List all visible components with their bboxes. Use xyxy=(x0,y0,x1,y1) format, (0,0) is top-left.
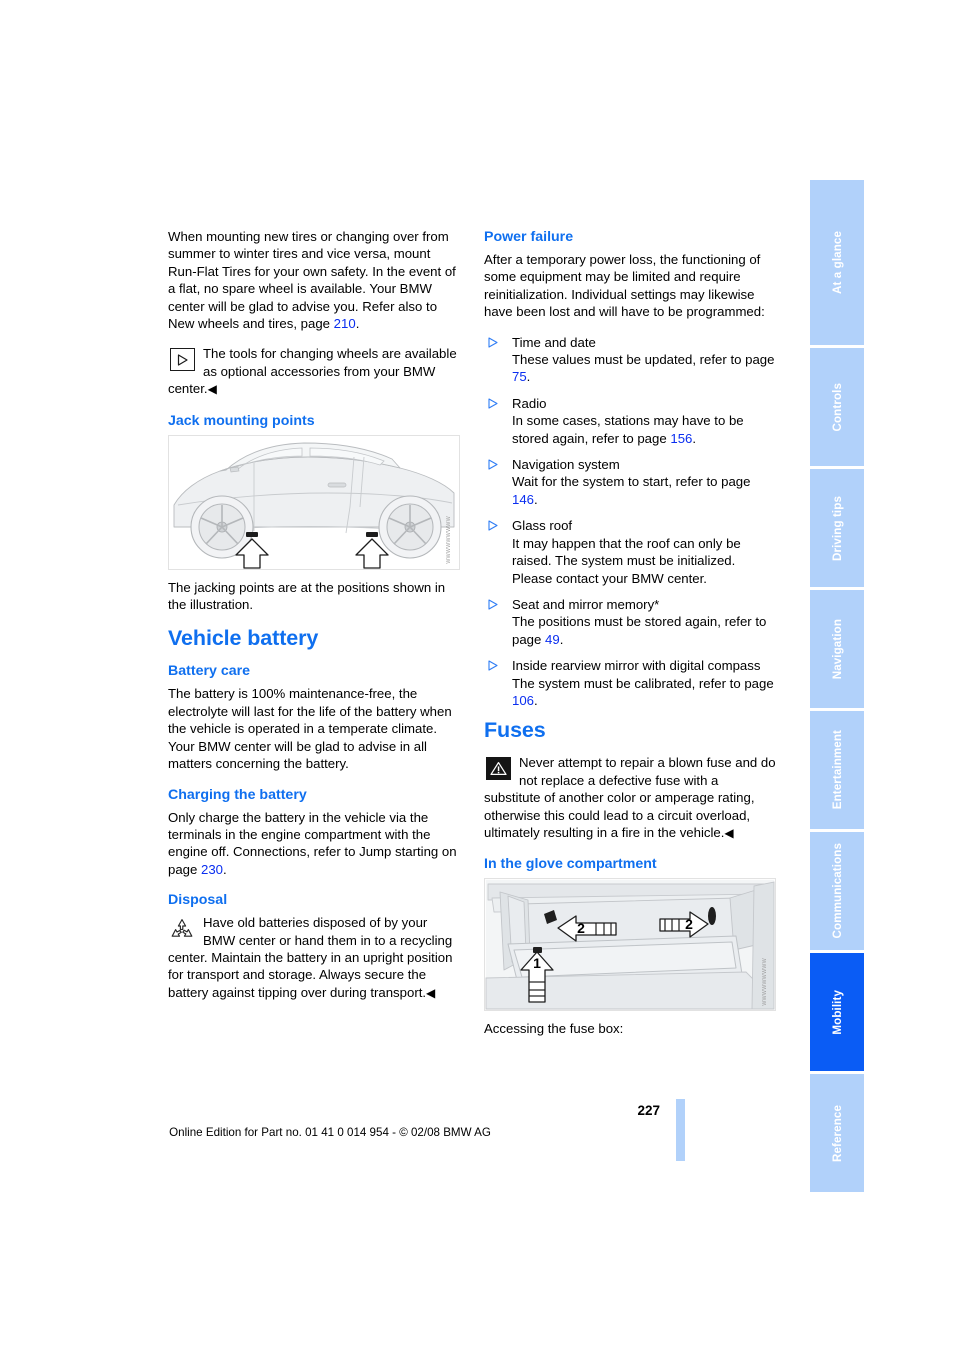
disposal-heading: Disposal xyxy=(168,892,228,909)
tab-label: Navigation xyxy=(830,618,844,680)
callout-2a: 2 xyxy=(577,920,585,936)
list-item-detail-end: . xyxy=(526,369,531,385)
tools-note: The tools for changing wheels are availa… xyxy=(168,345,460,398)
list-item-title: Inside rearview mirror with digital comp… xyxy=(512,658,761,674)
sidebar-item-navigation[interactable]: Navigation xyxy=(810,590,864,708)
left-column: When mounting new tires or changing over… xyxy=(168,228,460,1015)
list-item-detail: Wait for the system to start, refer to p… xyxy=(512,474,751,490)
triangle-bullet-icon xyxy=(488,520,499,532)
sidebar-item-controls[interactable]: Controls xyxy=(810,348,864,466)
callout-1: 1 xyxy=(533,955,541,971)
section-tabs: At a glance Controls Driving tips Naviga… xyxy=(810,180,864,1195)
charging-battery-heading: Charging the battery xyxy=(168,786,307,803)
charging-battery-text: Only charge the battery in the vehicle v… xyxy=(168,809,460,879)
list-item-detail-end: . xyxy=(534,692,538,708)
power-failure-heading: Power failure xyxy=(484,229,574,245)
page-reference[interactable]: 75 xyxy=(512,369,527,384)
list-item: Inside rearview mirror with digital comp… xyxy=(484,657,776,709)
sidebar-item-entertainment[interactable]: Entertainment xyxy=(810,711,864,829)
list-item-title: Seat and mirror memory xyxy=(512,596,655,612)
triangle-bullet-icon xyxy=(488,337,499,349)
manual-page: When mounting new tires or changing over… xyxy=(0,0,954,1350)
battery-care-text: The battery is 100% maintenance-free, th… xyxy=(168,686,452,772)
tab-label: At a glance xyxy=(830,231,844,294)
page-reference-230[interactable]: 230 xyxy=(201,862,223,877)
list-item-title: Radio xyxy=(512,395,547,411)
tab-label: Mobility xyxy=(830,989,844,1035)
fuses-warning-note: Never attempt to repair a blown fuse and… xyxy=(484,754,776,842)
glove-compartment-caption: Accessing the fuse box: xyxy=(484,1021,624,1037)
tab-label: Communications xyxy=(830,843,844,939)
triangle-bullet-icon xyxy=(488,459,499,471)
page-number: 227 xyxy=(637,1103,660,1118)
list-item: Seat and mirror memory* The positions mu… xyxy=(484,596,776,648)
page-edge-bar xyxy=(676,1099,685,1161)
disposal-note-text: Have old batteries disposed of by your B… xyxy=(168,914,460,1002)
list-item: Time and date These values must be updat… xyxy=(484,334,776,386)
tab-label: Driving tips xyxy=(830,495,844,561)
fuses-warning-text: Never attempt to repair a blown fuse and… xyxy=(484,754,776,842)
list-item-detail-end: . xyxy=(559,631,564,647)
battery-care-heading: Battery care xyxy=(168,663,251,680)
page-reference[interactable]: 106 xyxy=(512,693,534,708)
list-item: Navigation system Wait for the system to… xyxy=(484,456,776,508)
sidebar-item-reference[interactable]: Reference xyxy=(810,1074,864,1192)
info-triangle-icon xyxy=(168,347,196,372)
disposal-end-marker: ◀ xyxy=(426,985,436,1000)
triangle-bullet-icon xyxy=(488,599,499,611)
jack-mounting-points-illustration: WWWWWWWWW xyxy=(168,434,460,570)
disposal-note: Have old batteries disposed of by your B… xyxy=(168,914,460,1002)
list-item-detail-end: . xyxy=(692,430,697,446)
figure-code: WWWWWWWWW xyxy=(761,957,768,1006)
power-failure-list: Time and date These values must be updat… xyxy=(484,334,776,710)
intro-text-end: . xyxy=(355,316,360,332)
glove-compartment-heading: In the glove compartment xyxy=(484,856,657,873)
page-reference-210[interactable]: 210 xyxy=(334,316,356,331)
sidebar-item-driving-tips[interactable]: Driving tips xyxy=(810,469,864,587)
page-reference[interactable]: 49 xyxy=(545,632,560,647)
page-reference[interactable]: 156 xyxy=(670,431,692,446)
tab-label: Controls xyxy=(830,382,844,432)
intro-paragraph: When mounting new tires or changing over… xyxy=(168,228,460,332)
jack-caption: The jacking points are at the positions … xyxy=(168,579,446,613)
tab-label: Entertainment xyxy=(830,730,844,810)
list-item-detail: In some cases, stations may have to be s… xyxy=(512,413,744,446)
fuses-heading: Fuses xyxy=(484,718,546,743)
triangle-bullet-icon xyxy=(488,660,499,672)
tab-label: Reference xyxy=(830,1104,844,1162)
figure-code: WWWWWWWWW xyxy=(445,515,452,564)
warning-triangle-icon xyxy=(484,756,512,781)
warning-end-marker: ◀ xyxy=(724,825,734,840)
sidebar-item-communications[interactable]: Communications xyxy=(810,832,864,950)
right-column: Power failure After a temporary power lo… xyxy=(484,228,776,1051)
page-reference[interactable]: 146 xyxy=(512,492,534,507)
recycling-icon xyxy=(168,916,196,941)
list-item-detail: The system must be calibrated, refer to … xyxy=(512,675,774,691)
list-item-title: Navigation system xyxy=(512,457,620,473)
power-failure-intro: After a temporary power loss, the functi… xyxy=(484,252,765,320)
tools-note-text: The tools for changing wheels are availa… xyxy=(168,345,460,398)
intro-text: When mounting new tires or changing over… xyxy=(168,229,456,332)
charging-text-end: . xyxy=(223,861,227,877)
list-item-detail-end: . xyxy=(534,491,538,507)
sidebar-item-at-a-glance[interactable]: At a glance xyxy=(810,180,864,345)
note-end-marker: ◀ xyxy=(207,382,217,397)
triangle-bullet-icon xyxy=(488,398,499,410)
list-item-detail: These values must be updated, refer to p… xyxy=(512,352,775,368)
sidebar-item-mobility[interactable]: Mobility xyxy=(810,953,864,1071)
list-item: Radio In some cases, stations may have t… xyxy=(484,395,776,447)
vehicle-battery-heading: Vehicle battery xyxy=(168,626,319,651)
list-item: Glass roof It may happen that the roof c… xyxy=(484,517,776,587)
list-item-title: Time and date xyxy=(512,334,596,350)
glove-compartment-fuse-box-illustration: 1 2 2 WWWWWWWWW xyxy=(484,878,776,1012)
jack-mounting-points-heading: Jack mounting points xyxy=(168,412,315,429)
list-item-title: Glass roof xyxy=(512,518,573,534)
disposal-body: Have old batteries disposed of by your B… xyxy=(168,915,453,1000)
option-asterisk: * xyxy=(654,596,660,612)
footer-text: Online Edition for Part no. 01 41 0 014 … xyxy=(169,1126,491,1139)
callout-2b: 2 xyxy=(685,916,693,932)
list-item-detail: It may happen that the roof can only be … xyxy=(512,535,741,586)
